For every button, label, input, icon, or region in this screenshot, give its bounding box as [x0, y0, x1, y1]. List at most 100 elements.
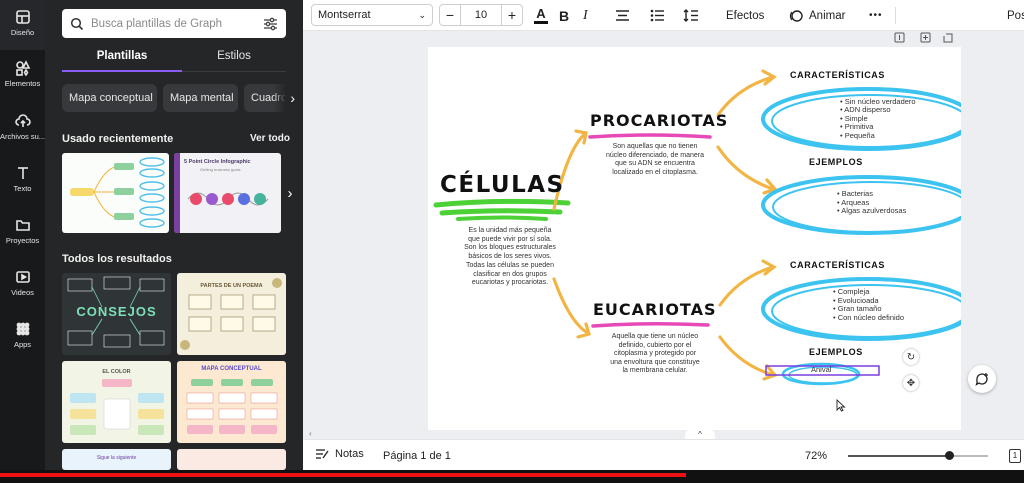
pro-characteristics-list[interactable]: • Sin núcleo verdadero • ADN disperso • … — [840, 97, 916, 140]
template-thumb-poema[interactable]: PARTES DE UN POEMA — [177, 273, 286, 355]
desc-line: Aquella que tiene un núcleo — [611, 333, 699, 340]
concept-map-thumbnail — [186, 379, 278, 434]
bottom-bar: Notas Página 1 de 1 72% 1 — [303, 439, 1024, 470]
spacing-button[interactable] — [683, 0, 699, 31]
video-progress-bar[interactable] — [0, 470, 1024, 483]
euk-characteristics-title[interactable]: CARACTERÍSTICAS — [790, 260, 885, 270]
rail-label: Texto — [13, 184, 32, 193]
font-size-input[interactable]: 10 — [460, 5, 502, 25]
chip-concept-map[interactable]: Mapa conceptual — [62, 84, 157, 112]
template-thumb-mapa[interactable]: MAPA CONCEPTUAL — [177, 361, 286, 443]
add-comment-button[interactable] — [968, 365, 996, 393]
scroll-left-icon[interactable]: ‹ — [309, 429, 312, 438]
tab-templates[interactable]: Plantillas — [64, 50, 180, 62]
zoom-slider-knob[interactable] — [944, 451, 954, 460]
eucariotas-description[interactable]: Aquella que tiene un núcleo definido, cu… — [590, 333, 720, 376]
recent-template-thumb-1[interactable] — [62, 153, 169, 233]
search-icon — [70, 17, 84, 30]
euk-example-text-editing[interactable]: Anival — [811, 365, 831, 374]
font-family-select[interactable]: Montserrat ⌄ — [311, 4, 433, 26]
template-thumb-extra[interactable] — [177, 449, 286, 470]
rail-item-uploads[interactable]: Archivos su... — [0, 113, 45, 141]
rail-item-apps[interactable]: Apps — [0, 321, 45, 349]
euk-characteristics-list[interactable]: • Compleja • Evolucioada • Gran tamaño •… — [833, 287, 905, 322]
show-pages-handle[interactable]: ^ — [685, 430, 715, 439]
text-color-icon: A — [536, 5, 546, 21]
design-page[interactable]: CÉLULAS Es la unidad más pequeña que pue… — [428, 47, 961, 430]
poem-thumbnail — [180, 278, 282, 350]
recent-next-icon[interactable]: › — [281, 175, 299, 211]
chip-mind-map[interactable]: Mapa mental — [163, 84, 238, 112]
text-color-button[interactable]: A — [532, 0, 550, 31]
rail-item-elements[interactable]: Elementos — [0, 60, 45, 88]
eucariotas-title[interactable]: EUCARIOTAS — [593, 300, 717, 319]
list-item: • Con núcleo definido — [833, 312, 905, 322]
map-title[interactable]: CÉLULAS — [440, 172, 565, 198]
font-size-stepper: − 10 + — [439, 4, 523, 26]
font-family-value: Montserrat — [318, 9, 371, 21]
animate-button[interactable]: Animar — [789, 0, 845, 31]
rotate-handle-icon[interactable]: ↻ — [903, 349, 919, 365]
rail-item-projects[interactable]: Proyectos — [0, 217, 45, 245]
tab-styles[interactable]: Estilos — [176, 50, 292, 62]
more-options-button[interactable]: ••• — [869, 0, 883, 31]
arrow-to-pro-examples — [716, 145, 775, 191]
desc-line: la membrana celular. — [622, 367, 688, 374]
notes-button[interactable]: Notas — [315, 448, 364, 460]
pages-count-button[interactable]: 1 — [1009, 449, 1021, 463]
recent-template-thumb-2[interactable]: 5 Point Circle Infographic Getting busin… — [174, 153, 281, 233]
zoom-slider-fill — [848, 455, 949, 457]
align-button[interactable] — [615, 0, 630, 31]
canva-editor: Diseño Elementos Archivos su... Texto Pr… — [0, 0, 1024, 483]
filter-icon[interactable] — [263, 17, 278, 31]
rail-item-design[interactable]: Diseño — [0, 0, 45, 50]
zoom-slider[interactable] — [848, 451, 988, 460]
template-thumb-color[interactable]: EL COLOR — [62, 361, 171, 443]
template-thumb-consejos[interactable]: CONSEJOS — [62, 273, 171, 355]
search-input[interactable] — [91, 17, 256, 30]
procariotas-underline — [588, 133, 712, 139]
layout-icon — [15, 10, 30, 24]
template-thumb-sigue[interactable]: Sigue la siguiente — [62, 449, 171, 470]
rail-label: Diseño — [10, 28, 35, 37]
rail-label: Proyectos — [5, 236, 40, 245]
increase-size-button[interactable]: + — [502, 5, 522, 25]
euk-examples-title[interactable]: EJEMPLOS — [809, 347, 863, 357]
procariotas-description[interactable]: Son aquellas que no tienen núcleo difere… — [590, 143, 720, 177]
apps-icon — [16, 322, 29, 336]
desc-line: Son aquellas que no tienen — [612, 143, 698, 150]
chevron-down-icon: ⌄ — [418, 9, 426, 20]
page-indicator[interactable]: Página 1 de 1 — [383, 450, 451, 462]
intro-line: eucariotas y procariotas. — [471, 279, 549, 287]
list-item: • Pequeña — [840, 130, 875, 140]
move-handle-icon[interactable]: ✥ — [903, 375, 919, 391]
pro-characteristics-title[interactable]: CARACTERÍSTICAS — [790, 70, 885, 80]
chips-next-icon[interactable]: › — [273, 84, 295, 112]
intro-text[interactable]: Es la unidad más pequeña que puede vivir… — [440, 227, 580, 288]
pro-examples-list[interactable]: • Bacterias • Arqueas • Algas azulverdos… — [837, 189, 907, 216]
procariotas-title[interactable]: PROCARIOTAS — [590, 111, 728, 130]
text-color-swatch — [534, 20, 548, 24]
mindmap-thumbnail — [70, 157, 165, 228]
decrease-size-button[interactable]: − — [440, 5, 460, 25]
see-all-link[interactable]: Ver todo — [250, 133, 290, 144]
intro-line: clasificar en dos grupos — [473, 270, 547, 278]
thumb-title: Sigue la siguiente — [96, 455, 137, 461]
zoom-value: 72% — [805, 450, 828, 462]
bold-button[interactable]: B — [559, 0, 569, 31]
italic-icon: I — [583, 7, 588, 23]
animate-icon — [789, 9, 803, 22]
position-button[interactable]: Pos — [1007, 0, 1024, 31]
pro-examples-title[interactable]: EJEMPLOS — [809, 157, 863, 167]
intro-line: básicos de los seres vivos. — [468, 253, 552, 261]
italic-button[interactable]: I — [583, 0, 588, 31]
list-button[interactable] — [650, 0, 665, 31]
rail-item-videos[interactable]: Videos — [0, 269, 45, 297]
video-progress-fill — [0, 473, 687, 477]
rail-item-text[interactable]: Texto — [0, 165, 45, 193]
shapes-icon — [15, 60, 30, 76]
title-highlight — [433, 198, 571, 221]
list-item: • Algas azulverdosas — [837, 206, 907, 216]
bold-icon: B — [559, 7, 570, 24]
effects-button[interactable]: Efectos — [726, 0, 764, 31]
